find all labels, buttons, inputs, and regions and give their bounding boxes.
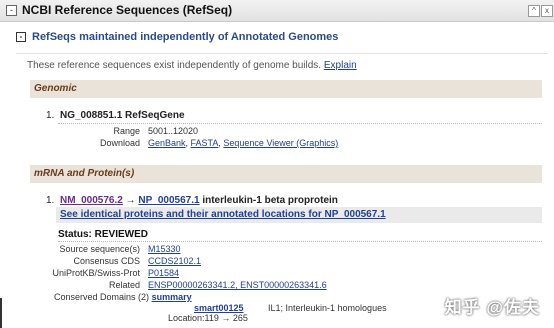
conserved-label: Conserved Domains (2)	[54, 292, 150, 302]
source-label: Source sequence(s)	[59, 244, 140, 254]
collapse-subsection-icon[interactable]: -	[16, 32, 26, 42]
ccds-link[interactable]: CCDS2102.1	[148, 256, 201, 266]
identical-proteins-bar: See identical proteins and their annotat…	[56, 207, 542, 223]
sequence-viewer-link[interactable]: Sequence Viewer (Graphics)	[223, 138, 338, 148]
section-header: - NCBI Reference Sequences (RefSeq) ^ x	[0, 0, 554, 22]
status-divider	[58, 241, 542, 242]
divider	[16, 53, 548, 54]
identical-proteins-link[interactable]: See identical proteins and their annotat…	[60, 209, 386, 220]
location-value: 119 → 265	[204, 313, 248, 323]
download-links: GenBank, FASTA, Sequence Viewer (Graphic…	[148, 138, 339, 148]
fasta-link[interactable]: FASTA	[191, 138, 219, 148]
mrna-heading: mRNA and Protein(s)	[30, 165, 542, 183]
left-edge-bar	[0, 298, 2, 328]
close-icon[interactable]: x	[541, 5, 553, 17]
protein-description: interleukin-1 beta proprotein	[202, 195, 338, 206]
genomic-heading: Genomic	[30, 80, 542, 98]
domain-id-link[interactable]: smart00125	[194, 303, 244, 313]
status-label: Status: REVIEWED	[58, 229, 149, 240]
subsection-title[interactable]: - RefSeqs maintained independently of Ann…	[16, 31, 338, 43]
move-up-icon[interactable]: ^	[528, 5, 540, 17]
genomic-item-number: 1.	[46, 110, 55, 121]
collapse-toggle-icon[interactable]: -	[6, 5, 17, 16]
intro-text: These reference sequences exist independ…	[27, 60, 357, 71]
section-title: NCBI Reference Sequences (RefSeq)	[22, 3, 233, 17]
subsection-label: RefSeqs maintained independently of Anno…	[32, 31, 339, 43]
domain-location: Location:119 → 265	[168, 313, 248, 323]
domain-description: IL1; Interleukin-1 homologues	[268, 303, 387, 313]
mrna-item-title: NM_000576.2 → NP_000567.1 interleukin-1 …	[60, 195, 338, 206]
explain-link[interactable]: Explain	[324, 60, 357, 71]
range-value: 5001..12020	[148, 126, 199, 136]
intro-sentence: These reference sequences exist independ…	[27, 60, 322, 71]
arrow-icon: →	[125, 195, 136, 206]
range-label: Range	[113, 126, 140, 136]
uniprot-link[interactable]: P01584	[148, 268, 179, 278]
related-label: Related	[108, 280, 140, 290]
conserved-summary-link[interactable]: summary	[152, 292, 192, 302]
ccds-label: Consensus CDS	[73, 256, 140, 266]
nm-accession-link[interactable]: NM_000576.2	[60, 195, 123, 206]
conserved-domains: Conserved Domains (2) summary	[54, 292, 192, 302]
mrna-item-number: 1.	[46, 195, 55, 206]
source-link[interactable]: M15330	[148, 244, 181, 254]
location-label: Location:	[168, 313, 205, 323]
np-accession-link[interactable]: NP_000567.1	[138, 195, 199, 206]
genomic-item-title: NG_008851.1 RefSeqGene	[60, 110, 185, 121]
related-links[interactable]: ENSP00000263341.2, ENST00000263341.6	[148, 280, 327, 290]
download-label: Download	[99, 138, 140, 148]
watermark: 知乎 @佐夫	[444, 298, 540, 317]
genbank-link[interactable]: GenBank	[148, 138, 186, 148]
uniprot-label: UniProtKB/Swiss-Prot	[52, 268, 140, 278]
genomic-divider	[58, 123, 542, 124]
